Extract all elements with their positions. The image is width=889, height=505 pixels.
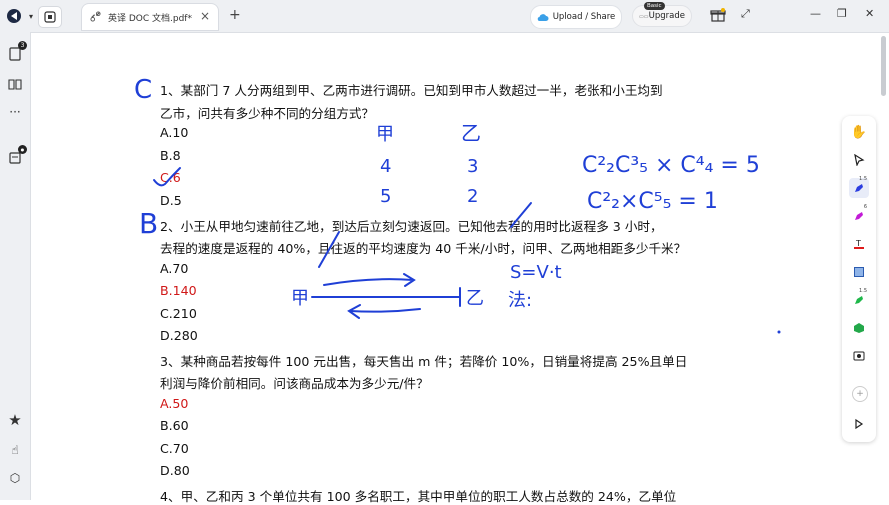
question-2-line-2: 去程的速度是返程的 40%，且往返的平均速度为 40 千米/小时，问甲、乙两地相… (160, 241, 687, 256)
close-window-icon[interactable]: ✕ (865, 7, 874, 20)
title-bar: ▾ 英译 DOC 文档.pdf* × + Upload / Share Basi… (0, 0, 889, 33)
comments-panel-icon[interactable]: ● (5, 145, 27, 168)
q3-option-c: C.70 (160, 441, 189, 456)
question-1-line-1: 1、某部门 7 人分两组到甲、乙两市进行调研。已知到甲市人数超过一半，老张和小王… (160, 83, 663, 98)
pages-badge: 3 (18, 41, 27, 50)
cloud-icon (537, 14, 549, 22)
q1-option-c: C.6 (160, 170, 181, 185)
question-3-line-2: 利润与降价前相同。问该商品成本为多少元/件？ (160, 376, 429, 391)
upgrade-label: Upgrade (648, 11, 685, 21)
upgrade-button[interactable]: Basic ▭▭ Upgrade (632, 2, 692, 27)
question-3-line-1: 3、某种商品若按每件 100 元出售，每天售出 m 件；若降价 10%，日销量将… (160, 354, 688, 369)
tab-title: 英译 DOC 文档.pdf* (108, 13, 192, 24)
close-tab-icon[interactable]: × (200, 9, 210, 23)
pages-panel-icon[interactable]: 3 (5, 41, 27, 64)
hand-tool-icon[interactable]: ✋ (849, 122, 869, 142)
q3-option-d: D.80 (160, 463, 190, 478)
eraser-icon[interactable] (849, 318, 869, 338)
blue-pen-size: 1.5 (859, 176, 867, 182)
upload-share-button[interactable]: Upload / Share (530, 5, 622, 29)
star-icon[interactable]: ★ (5, 410, 25, 430)
add-tool-icon[interactable]: + (852, 386, 868, 402)
pdf-page (31, 33, 839, 500)
minimize-icon[interactable]: — (810, 7, 821, 20)
q2-option-d: D.280 (160, 328, 198, 343)
q2-option-c: C.210 (160, 306, 197, 321)
collapse-toolbar-icon[interactable] (849, 414, 869, 434)
plan-logo-icon: ▭▭ (639, 14, 649, 20)
green-pen-size: 1.5 (859, 288, 867, 294)
q1-option-b: B.8 (160, 148, 181, 163)
q3-option-b: B.60 (160, 418, 189, 433)
tab-document[interactable]: 英译 DOC 文档.pdf* × (82, 4, 218, 30)
restore-icon[interactable]: ❐ (837, 7, 847, 20)
svg-text:T: T (855, 239, 861, 248)
select-tool-icon[interactable] (849, 150, 869, 170)
magenta-pen-size: 6 (863, 204, 867, 210)
annotation-toolbar: ✋ 1.5 6 T 1.5 + (842, 116, 876, 442)
q1-option-d: D.5 (160, 193, 182, 208)
question-4-line-1: 4、甲、乙和丙 3 个单位共有 100 多名职工，其中甲单位的职工人数占总数的 … (160, 489, 677, 504)
add-tab-button[interactable]: + (229, 7, 241, 23)
upload-label: Upload / Share (552, 12, 616, 22)
comments-badge: ● (18, 145, 27, 154)
text-highlight-icon[interactable]: T (849, 234, 869, 254)
book-icon[interactable] (5, 74, 25, 94)
left-sidebar: 3 ··· ● ★ ☝ ⬡ (0, 32, 31, 500)
expand-icon[interactable]: ⤢ (741, 7, 750, 21)
home-tab-icon[interactable] (38, 6, 62, 28)
magenta-pen-icon[interactable]: 6 (849, 204, 869, 226)
q2-option-a: A.70 (160, 261, 189, 276)
scrollbar[interactable] (881, 36, 886, 96)
plan-badge: Basic (644, 2, 665, 10)
q2-option-b: B.140 (160, 283, 197, 298)
gift-icon[interactable] (710, 7, 726, 26)
shape-tool-icon[interactable] (849, 262, 869, 282)
question-1-line-2: 乙市，问共有多少种不同的分组方式？ (160, 106, 375, 121)
q1-option-a: A.10 (160, 125, 189, 140)
hand-icon[interactable]: ☝ (5, 440, 25, 460)
question-2-line-1: 2、小王从甲地匀速前往乙地，到达后立刻匀速返回。已知他去程的用时比返程多 3 小… (160, 219, 663, 234)
green-pen-icon[interactable]: 1.5 (849, 288, 869, 310)
link-icon (90, 11, 101, 22)
image-insert-icon[interactable] (849, 346, 869, 366)
settings-icon[interactable]: ⬡ (5, 468, 25, 488)
q3-option-a: A.50 (160, 396, 189, 411)
blue-pen-icon[interactable]: 1.5 (849, 176, 869, 198)
more-icon[interactable]: ··· (5, 102, 25, 122)
